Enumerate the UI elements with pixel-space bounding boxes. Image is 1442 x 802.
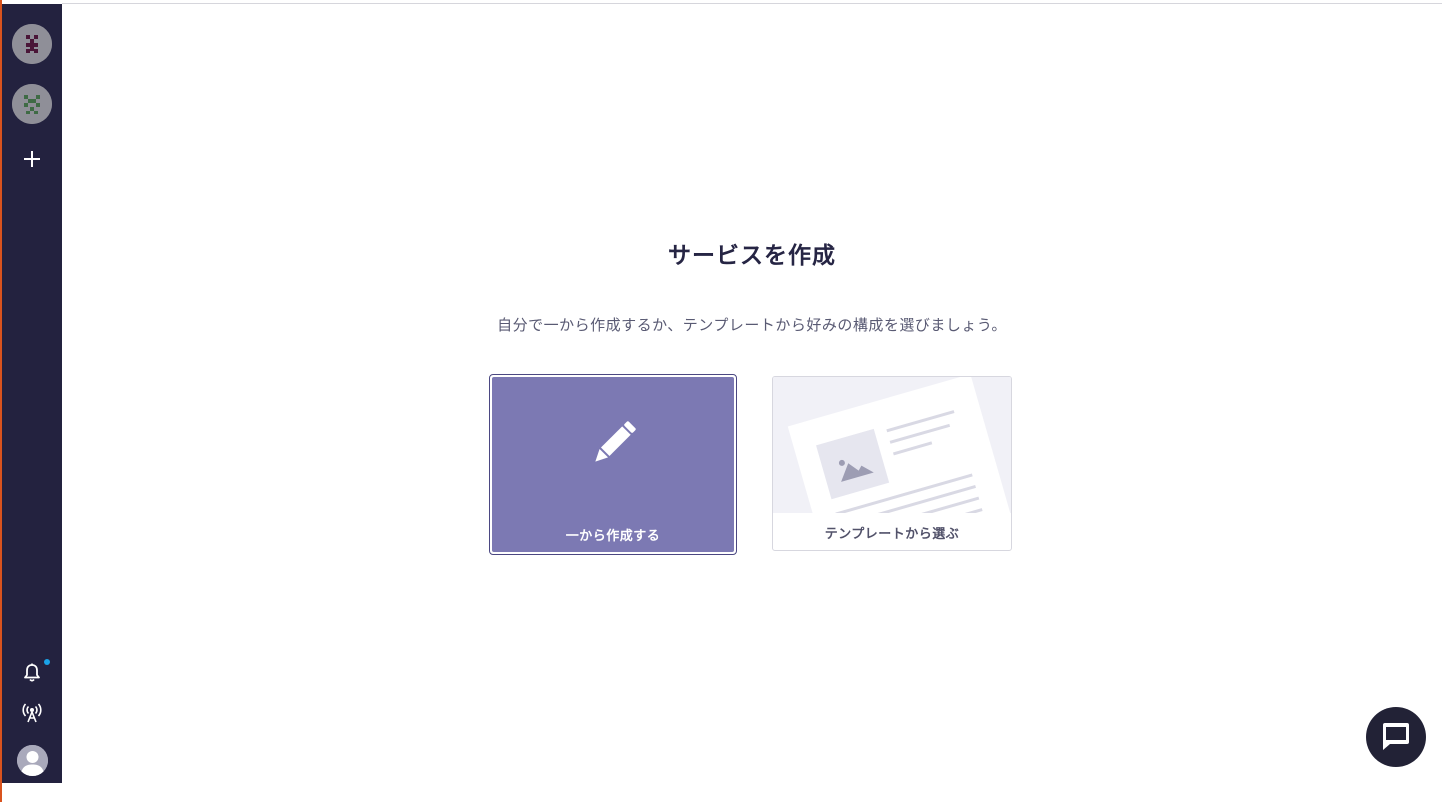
chat-support-button[interactable] xyxy=(1366,707,1426,767)
user-avatar[interactable] xyxy=(17,745,48,776)
plus-icon xyxy=(24,151,40,167)
chat-bubble-icon xyxy=(1383,723,1409,750)
user-avatar-icon xyxy=(17,745,48,776)
bell-icon xyxy=(24,663,40,682)
notification-badge xyxy=(44,659,50,665)
page-subtitle: 自分で一から作成するか、テンプレートから好みの構成を選びましょう。 xyxy=(497,316,1007,334)
choose-template-card[interactable]: テンプレートから選ぶ xyxy=(772,376,1012,551)
add-space-button[interactable] xyxy=(20,147,44,171)
create-from-scratch-label: 一から作成する xyxy=(565,529,661,544)
notifications-button[interactable] xyxy=(20,661,44,685)
space-avatar-2[interactable] xyxy=(12,84,52,124)
pencil-icon xyxy=(595,421,636,462)
announcements-button[interactable] xyxy=(20,701,44,725)
create-from-scratch-card-body: 一から作成する xyxy=(492,377,734,552)
top-divider xyxy=(62,3,1442,4)
identicon-pink-icon xyxy=(12,24,52,64)
sidebar xyxy=(2,4,62,783)
space-avatar-1[interactable] xyxy=(12,24,52,64)
broadcast-icon xyxy=(22,703,42,723)
document-illustration-icon xyxy=(773,377,1011,513)
create-from-scratch-card[interactable]: 一から作成する xyxy=(489,374,737,555)
choose-template-label: テンプレートから選ぶ xyxy=(824,527,960,542)
template-illustration xyxy=(773,377,1011,513)
page-title: サービスを作成 xyxy=(668,243,836,269)
identicon-green-icon xyxy=(12,84,52,124)
